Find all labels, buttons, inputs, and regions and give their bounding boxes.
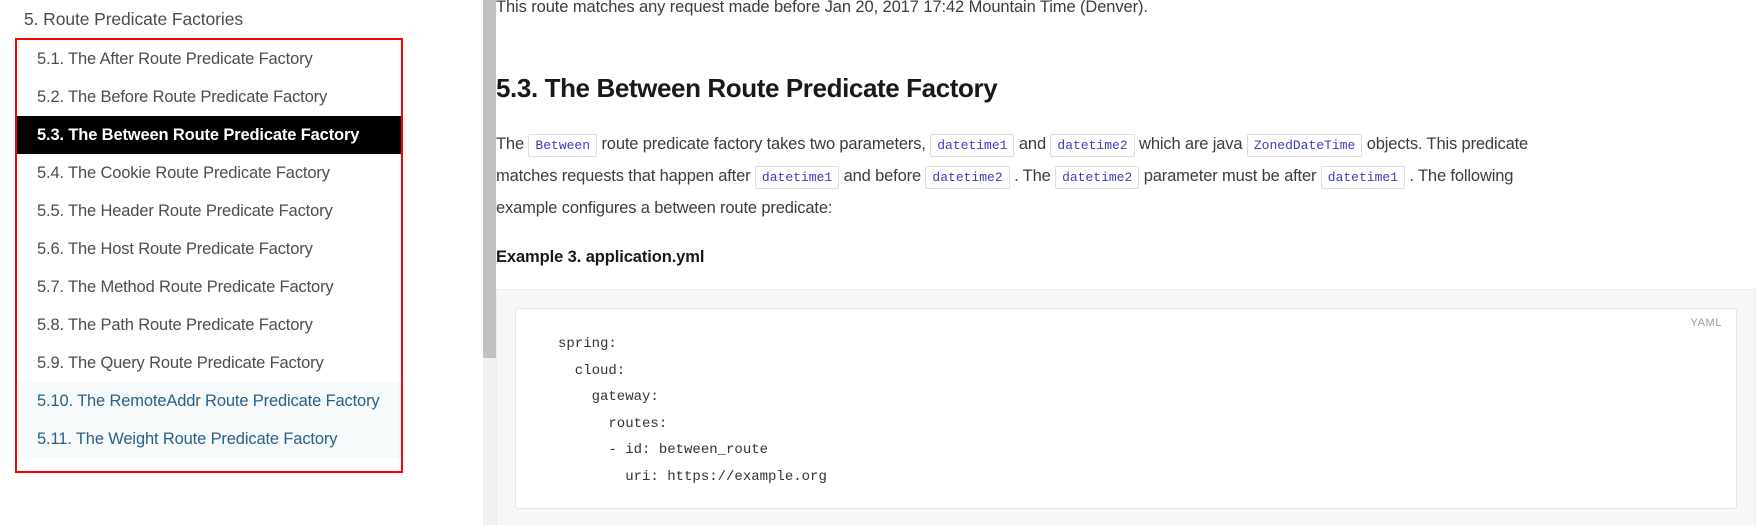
- code-datetime1-c: datetime1: [1320, 166, 1405, 189]
- code-zoneddatetime: ZonedDateTime: [1246, 134, 1363, 157]
- toc-sidebar: 5. Route Predicate Factories 5.1. The Af…: [0, 0, 432, 525]
- toc-item-5-8[interactable]: 5.8. The Path Route Predicate Factory: [17, 306, 401, 344]
- toc-item-5-7[interactable]: 5.7. The Method Route Predicate Factory: [17, 268, 401, 306]
- toc-highlight-box: 5.1. The After Route Predicate Factory 5…: [15, 38, 403, 473]
- toc-item-5-10[interactable]: 5.10. The RemoteAddr Route Predicate Fac…: [17, 382, 401, 420]
- main-content: This route matches any request made befo…: [496, 0, 1759, 525]
- par-text-7: . The: [1009, 167, 1056, 185]
- page-title: 5.3. The Between Route Predicate Factory: [496, 73, 998, 103]
- toc-item-5-4[interactable]: 5.4. The Cookie Route Predicate Factory: [17, 154, 401, 192]
- toc-heading: 5. Route Predicate Factories: [24, 9, 243, 29]
- page-scrollbar-track[interactable]: [483, 0, 496, 525]
- par-text-3: and: [1014, 135, 1051, 153]
- code-language-badge: YAML: [1690, 317, 1722, 329]
- par-text-2: route predicate factory takes two parame…: [597, 135, 931, 153]
- par-text-4: which are java: [1134, 135, 1247, 153]
- toc-item-5-11[interactable]: 5.11. The Weight Route Predicate Factory: [17, 420, 401, 458]
- page-scrollbar-thumb[interactable]: [483, 0, 496, 358]
- toc-item-5-6[interactable]: 5.6. The Host Route Predicate Factory: [17, 230, 401, 268]
- example-title: Example 3. application.yml: [496, 248, 705, 266]
- code-datetime1-b: datetime1: [754, 166, 840, 189]
- par-text-1: The: [496, 135, 529, 153]
- toc-list: 5.1. The After Route Predicate Factory 5…: [17, 40, 401, 458]
- toc-item-5-5[interactable]: 5.5. The Header Route Predicate Factory: [17, 192, 401, 230]
- code-between: Between: [528, 134, 598, 157]
- toc-item-5-9[interactable]: 5.9. The Query Route Predicate Factory: [17, 344, 401, 382]
- code-datetime1-a: datetime1: [930, 134, 1015, 157]
- par-text-8: parameter must be after: [1139, 167, 1321, 185]
- code-datetime2-b: datetime2: [925, 166, 1010, 189]
- code-block: YAML spring: cloud: gateway: routes: - i…: [515, 308, 1737, 509]
- par-text-6: and before: [839, 167, 926, 185]
- toc-item-5-1[interactable]: 5.1. The After Route Predicate Factory: [17, 40, 401, 78]
- intro-paragraph: This route matches any request made befo…: [496, 0, 1148, 16]
- code-block-wrapper: YAML spring: cloud: gateway: routes: - i…: [496, 289, 1756, 525]
- toc-item-5-3-active[interactable]: 5.3. The Between Route Predicate Factory: [17, 116, 401, 154]
- body-paragraph: The Between route predicate factory take…: [496, 129, 1561, 224]
- code-datetime2-c: datetime2: [1055, 166, 1140, 189]
- code-content: spring: cloud: gateway: routes: - id: be…: [558, 336, 827, 485]
- code-datetime2-a: datetime2: [1050, 134, 1135, 157]
- toc-item-5-2[interactable]: 5.2. The Before Route Predicate Factory: [17, 78, 401, 116]
